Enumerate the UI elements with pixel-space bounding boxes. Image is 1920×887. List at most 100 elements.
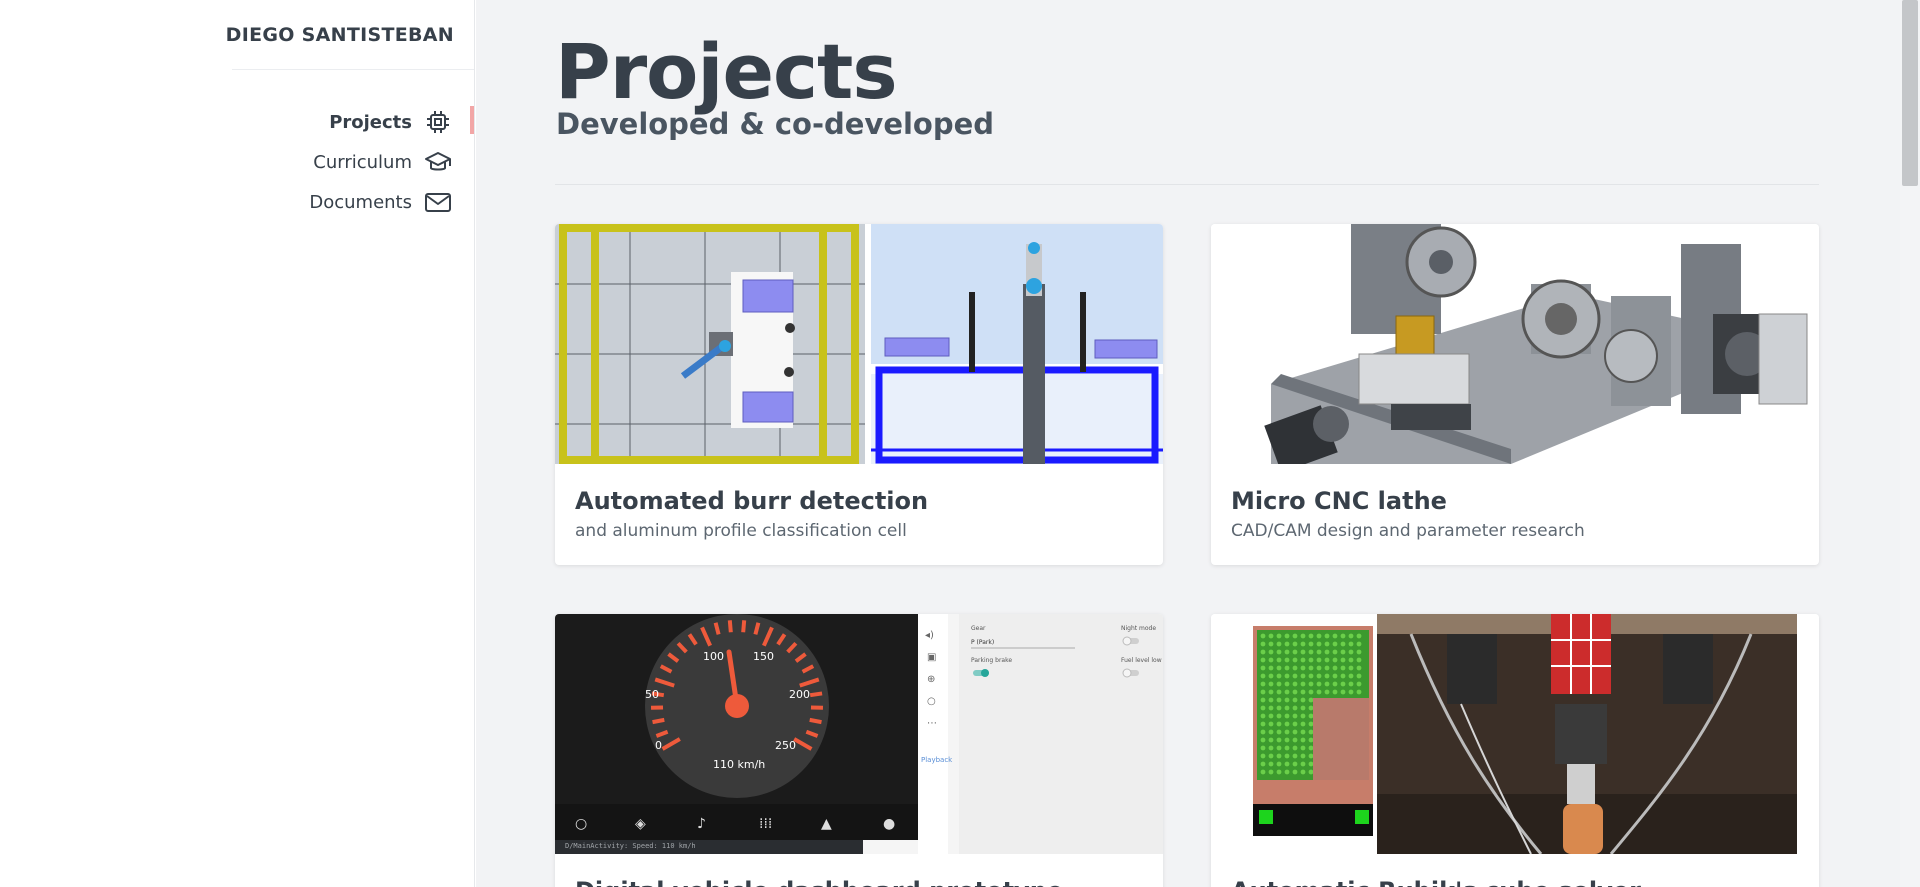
grid-dot [1268,633,1274,639]
grid-dot [1300,745,1306,751]
grid-dot [1340,665,1346,671]
grid-dot [1300,729,1306,735]
page-title: Projects [555,27,898,116]
grid-dot [1348,665,1354,671]
grid-dot [1292,713,1298,719]
project-card-burr-detection[interactable]: Automated burr detection and aluminum pr… [555,224,1163,565]
grid-dot [1340,657,1346,663]
camera-icon[interactable]: ▣ [927,652,936,663]
grid-dot [1356,633,1362,639]
grid-dot [1308,713,1314,719]
grid-dot [1332,689,1338,695]
grid-dot [1284,665,1290,671]
grid-dot [1284,729,1290,735]
navigation-icon: ◈ [635,816,646,832]
project-thumbnail [1211,224,1819,464]
microphone-icon: ● [883,816,895,832]
more-icon[interactable]: ⋯ [927,718,937,729]
grid-dot [1340,649,1346,655]
project-title: Digital vehicle dashboard prototype [575,877,1143,887]
grid-dot [1356,673,1362,679]
grid-dot [1292,697,1298,703]
gauge-tick [809,691,823,698]
grid-dot [1284,649,1290,655]
grid-dot [1308,761,1314,767]
grid-dot [1316,689,1322,695]
brand-name[interactable]: DIEGO SANTISTEBAN [226,24,454,46]
grid-dot [1276,769,1282,775]
grid-dot [1292,641,1298,647]
grid-dot [1268,713,1274,719]
grid-dot [1332,649,1338,655]
gauge-tick-label: 50 [645,688,659,701]
playback-label[interactable]: Playback [921,756,953,764]
grid-dot [1340,689,1346,695]
grid-dot [1292,665,1298,671]
grid-dot [1292,649,1298,655]
grid-dot [1276,681,1282,687]
project-title: Automated burr detection [575,487,929,515]
grid-dot [1316,665,1322,671]
grid-dot [1300,689,1306,695]
grid-dot [1260,745,1266,751]
grid-dot [1332,633,1338,639]
section-divider [555,184,1819,185]
graduation-cap-icon [424,148,452,176]
grid-dot [1260,721,1266,727]
grid-dot [1284,721,1290,727]
grid-dot [1348,681,1354,687]
grid-dot [1292,729,1298,735]
grid-dot [1308,745,1314,751]
grid-dot [1276,657,1282,663]
grid-dot [1276,713,1282,719]
grid-dot [1308,673,1314,679]
project-card-rubiks-solver[interactable]: Automatic Rubik's cube solver [1211,614,1819,887]
grid-dot [1268,745,1274,751]
grid-dot [1268,729,1274,735]
vertical-scrollbar[interactable] [1900,0,1920,887]
zoom-in-icon[interactable]: ⊕ [927,674,935,685]
grid-dot [1292,673,1298,679]
grid-dot [1308,633,1314,639]
project-subtitle: CAD/CAM design and parameter research [1231,521,1585,541]
apps-grid-icon: ⁞⁞⁞ [759,816,772,832]
grid-dot [1268,769,1274,775]
nav-item-projects[interactable]: Projects [214,102,474,142]
grid-dot [1316,673,1322,679]
home-icon: ○ [575,816,587,832]
grid-dot [1324,633,1330,639]
grid-dot [1340,681,1346,687]
grid-dot [1292,633,1298,639]
project-card-cnc-lathe[interactable]: Micro CNC lathe CAD/CAM design and param… [1211,224,1819,565]
grid-dot [1324,673,1330,679]
grid-dot [1292,705,1298,711]
grid-dot [1276,641,1282,647]
grid-dot [1324,689,1330,695]
grid-dot [1308,657,1314,663]
nav-item-curriculum[interactable]: Curriculum [214,142,474,182]
circle-icon[interactable]: ○ [927,696,936,707]
scrollbar-thumb[interactable] [1902,0,1918,186]
grid-dot [1268,681,1274,687]
volume-icon[interactable]: ◂) [925,630,934,641]
nav-item-documents[interactable]: Documents [214,182,474,222]
parking-brake-label: Parking brake [971,657,1012,664]
grid-dot [1284,769,1290,775]
grid-dot [1268,649,1274,655]
project-card-vehicle-dashboard[interactable]: D/MainActivity: Speed: 110 km/h ○ ◈ ♪ ⁞⁞… [555,614,1163,887]
grid-dot [1292,681,1298,687]
grid-dot [1260,737,1266,743]
grid-dot [1300,753,1306,759]
grid-dot [1332,673,1338,679]
grid-dot [1268,753,1274,759]
grid-dot [1260,689,1266,695]
grid-dot [1348,633,1354,639]
grid-dot [1260,681,1266,687]
grid-dot [1268,761,1274,767]
grid-dot [1260,657,1266,663]
grid-dot [1340,633,1346,639]
grid-dot [1260,713,1266,719]
grid-dot [1356,657,1362,663]
grid-dot [1276,761,1282,767]
gear-select[interactable]: P (Park) [971,639,994,646]
